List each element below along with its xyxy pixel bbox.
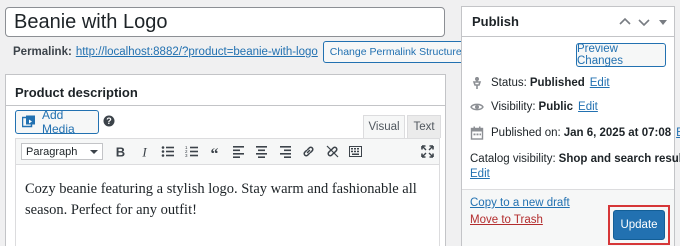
- add-media-button[interactable]: Add Media: [15, 108, 99, 136]
- catalog-value: Shop and search results: [558, 153, 680, 165]
- catalog-label: Catalog visibility:: [470, 153, 556, 165]
- fullscreen-button[interactable]: [416, 142, 440, 162]
- align-left-icon: [232, 146, 244, 158]
- edit-catalog-link[interactable]: Edit: [470, 168, 490, 180]
- change-permalink-button[interactable]: Change Permalink Structure: [322, 41, 469, 63]
- svg-text:B: B: [116, 145, 125, 158]
- publish-box: Publish Preview Changes Status: Publishe…: [461, 6, 680, 246]
- fullscreen-icon: [420, 145, 434, 158]
- move-to-trash-link[interactable]: Move to Trash: [470, 214, 543, 226]
- edit-visibility-link[interactable]: Edit: [578, 101, 598, 113]
- bullet-list-button[interactable]: [156, 142, 180, 162]
- editor-heading: Product description: [6, 75, 445, 106]
- add-media-label: Add Media: [42, 108, 75, 136]
- publishing-actions: Copy to a new draft Move to Trash Update: [462, 189, 674, 246]
- status-label: Status:: [491, 77, 527, 89]
- blockquote-icon: “: [211, 146, 219, 158]
- chevron-down-icon: [90, 149, 98, 154]
- align-right-icon: [279, 146, 291, 158]
- update-button[interactable]: Update: [613, 210, 665, 240]
- editor-content[interactable]: Cozy beanie featuring a stylish logo. St…: [15, 165, 440, 246]
- tab-visual[interactable]: Visual: [363, 115, 405, 138]
- format-select[interactable]: Paragraph: [21, 143, 103, 160]
- align-left-button[interactable]: [227, 142, 251, 162]
- edit-date-link[interactable]: Edit: [676, 127, 680, 139]
- numbered-list-icon: 1 2 3: [185, 145, 198, 158]
- toolbar-toggle-icon: [349, 146, 363, 157]
- link-button[interactable]: [297, 142, 321, 162]
- published-label: Published on:: [491, 127, 561, 139]
- svg-text:I: I: [141, 145, 147, 158]
- svg-text:3: 3: [185, 153, 188, 158]
- publish-header: Publish: [462, 7, 674, 37]
- help-icon[interactable]: ?: [103, 115, 115, 127]
- permalink-label: Permalink:: [13, 46, 72, 58]
- visibility-row: Visibility: Public Edit: [470, 100, 598, 114]
- chevron-up-icon[interactable]: [619, 16, 631, 28]
- bold-button[interactable]: B: [109, 142, 133, 162]
- edit-status-link[interactable]: Edit: [590, 77, 610, 89]
- numbered-list-button[interactable]: 1 2 3: [180, 142, 204, 162]
- update-highlight-box: Update: [608, 205, 670, 245]
- visibility-label: Visibility:: [491, 101, 536, 113]
- preview-changes-button[interactable]: Preview Changes: [576, 43, 666, 67]
- status-row: Status: Published Edit: [470, 76, 610, 90]
- unlink-button[interactable]: [321, 142, 345, 162]
- toolbar-toggle-button[interactable]: [344, 142, 368, 162]
- eye-icon: [470, 100, 484, 114]
- chevron-down-icon[interactable]: [638, 16, 650, 28]
- italic-button[interactable]: I: [133, 142, 157, 162]
- italic-icon: I: [141, 145, 147, 158]
- blockquote-button[interactable]: “: [203, 142, 227, 162]
- link-icon: [303, 146, 314, 157]
- post-title-input[interactable]: Beanie with Logo: [5, 7, 445, 37]
- bold-icon: B: [116, 145, 125, 158]
- unlink-icon: [326, 145, 339, 158]
- catalog-visibility-row: Catalog visibility: Shop and search resu…: [470, 153, 680, 165]
- pin-icon: [470, 76, 484, 90]
- status-value: Published: [529, 77, 585, 89]
- editor-toolbar: Paragraph B I 1 2 3 “: [15, 138, 440, 165]
- format-select-value: Paragraph: [26, 145, 78, 158]
- tab-text[interactable]: Text: [407, 115, 441, 138]
- svg-text:?: ?: [106, 116, 112, 126]
- align-center-button[interactable]: [250, 142, 274, 162]
- align-right-button[interactable]: [274, 142, 298, 162]
- product-description-box: Product description Add Media ? Visual T…: [5, 74, 446, 246]
- align-center-icon: [256, 146, 268, 158]
- svg-text:“: “: [211, 146, 219, 158]
- publish-heading: Publish: [472, 14, 519, 29]
- copy-to-draft-link[interactable]: Copy to a new draft: [470, 197, 570, 209]
- bullet-list-icon: [161, 146, 175, 157]
- published-value: Jan 6, 2025 at 07:08: [563, 127, 672, 139]
- calendar-icon: [470, 126, 484, 140]
- permalink-row: Permalink: http://localhost:8882/?produc…: [13, 41, 469, 63]
- catalog-edit-row: Edit: [470, 168, 490, 180]
- visibility-value: Public: [538, 101, 574, 113]
- media-icon: [22, 115, 37, 129]
- caret-down-icon[interactable]: [657, 16, 669, 28]
- published-row: Published on: Jan 6, 2025 at 07:08 Edit: [470, 126, 680, 140]
- permalink-link[interactable]: http://localhost:8882/?product=beanie-wi…: [76, 46, 318, 58]
